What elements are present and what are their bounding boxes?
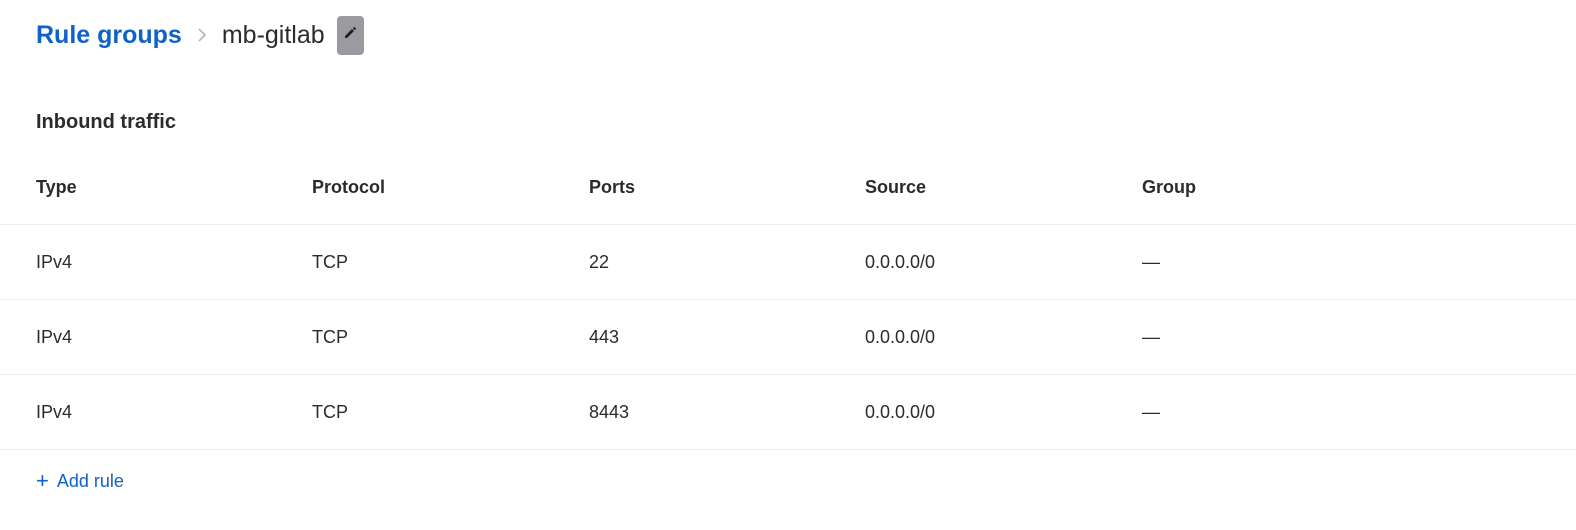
chevron-right-icon <box>196 25 208 45</box>
cell-ports: 443 <box>589 326 620 347</box>
add-rule-button[interactable]: + Add rule <box>36 470 124 492</box>
cell-source: 0.0.0.0/0 <box>865 251 936 272</box>
section-title-inbound: Inbound traffic <box>36 111 176 133</box>
rules-table: Type Protocol Ports Source Group IPv4 TC… <box>0 150 1576 450</box>
cell-ports: 8443 <box>589 401 630 422</box>
add-rule-label: Add rule <box>56 470 124 491</box>
breadcrumb-rule-groups-link[interactable]: Rule groups <box>36 21 182 50</box>
cell-type: IPv4 <box>36 401 73 422</box>
cell-group: — <box>1142 251 1160 272</box>
rule-group-page: Rule groups mb-gitlab Inbound traffic Ty… <box>0 0 1576 530</box>
table-row[interactable]: IPv4 TCP 443 0.0.0.0/0 — <box>0 300 1576 375</box>
cell-source: 0.0.0.0/0 <box>865 401 936 422</box>
cell-protocol: TCP <box>312 401 348 422</box>
cell-group: — <box>1142 326 1160 347</box>
edit-name-button[interactable] <box>336 15 364 55</box>
cell-source: 0.0.0.0/0 <box>865 326 936 347</box>
table-header-row: Type Protocol Ports Source Group <box>0 150 1576 225</box>
cell-ports: 22 <box>589 251 610 272</box>
table-row[interactable]: IPv4 TCP 8443 0.0.0.0/0 — <box>0 375 1576 450</box>
cell-type: IPv4 <box>36 326 73 347</box>
column-header-source: Source <box>865 176 927 197</box>
cell-protocol: TCP <box>312 326 348 347</box>
column-header-ports: Ports <box>589 176 636 197</box>
cell-group: — <box>1142 401 1160 422</box>
column-header-group: Group <box>1142 176 1196 197</box>
plus-icon: + <box>36 468 49 493</box>
column-header-protocol: Protocol <box>312 176 386 197</box>
breadcrumb: Rule groups mb-gitlab <box>36 15 364 55</box>
table-row[interactable]: IPv4 TCP 22 0.0.0.0/0 — <box>0 225 1576 300</box>
pencil-icon <box>343 26 357 45</box>
breadcrumb-current: mb-gitlab <box>221 20 325 49</box>
column-header-type: Type <box>36 176 77 197</box>
cell-type: IPv4 <box>36 251 73 272</box>
cell-protocol: TCP <box>312 251 348 272</box>
